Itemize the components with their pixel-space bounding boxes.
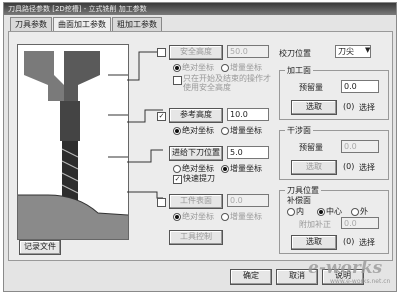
surface-height-button[interactable]: 工件表面 [169, 194, 223, 209]
surface-params-panel: 安全高度 50.0 绝对坐标 增量坐标 只在开始及结束的操作才使用安全高度 ✓ … [8, 31, 393, 261]
containment-center-radio[interactable] [317, 208, 325, 216]
tab-rough-params[interactable]: 粗加工参数 [112, 17, 162, 31]
containment-comp-label: 补偿面 [287, 196, 311, 205]
tool-diagram [17, 44, 129, 240]
check-surface-title: 干涉面 [285, 125, 313, 136]
retract-height-abs-label: 绝对坐标 [182, 126, 214, 135]
safe-height-checkbox[interactable] [157, 48, 166, 57]
containment-outside-radio[interactable] [351, 208, 359, 216]
surface-height-abs-label: 绝对坐标 [182, 212, 214, 221]
tip-comp-label: 校刀位置 [279, 49, 311, 58]
check-surface-count: (0) [343, 162, 355, 171]
safe-height-button[interactable]: 安全高度 [169, 45, 223, 60]
dialog-window: 刀具路径参数 [2D挖槽] - 立式铣削 加工参数 刀具参数 曲面加工参数 粗加… [3, 2, 397, 292]
tool-control-button[interactable]: 工具控制 [169, 230, 223, 245]
surface-height-checkbox[interactable] [157, 198, 166, 207]
containment-inside-radio[interactable] [287, 208, 295, 216]
drive-surface-title: 加工面 [285, 65, 313, 76]
safe-height-abs-label: 绝对坐标 [182, 63, 214, 72]
tool-diagram-svg [18, 45, 128, 239]
containment-offset-field[interactable]: 0.0 [341, 217, 379, 229]
watermark-logo: e-works [308, 258, 383, 278]
safe-height-abs-radio[interactable] [173, 64, 181, 72]
feed-plane-abs-radio[interactable] [173, 165, 181, 173]
safe-height-note: 只在开始及结束的操作才使用安全高度 [183, 74, 271, 92]
check-surface-suffix: 选择 [359, 163, 375, 172]
chevron-down-icon[interactable]: ▼ [365, 46, 370, 54]
containment-count: (0) [343, 237, 355, 246]
drive-surface-stock-field[interactable]: 0.0 [341, 80, 379, 93]
drive-surface-suffix: 选择 [359, 103, 375, 112]
drive-surface-stock-label: 预留量 [299, 83, 323, 92]
watermark-url: www.e-works.net.cn [330, 278, 391, 285]
containment-select-button[interactable]: 选取 [291, 235, 337, 250]
fast-retract-checkbox[interactable]: ✓ [173, 175, 182, 184]
ok-button[interactable]: 确定 [230, 269, 272, 285]
feed-plane-field[interactable]: 5.0 [227, 146, 269, 159]
safe-height-only-checkbox[interactable] [173, 76, 182, 85]
tab-tool-params[interactable]: 刀具参数 [10, 17, 52, 31]
window-title: 刀具路径参数 [2D挖槽] - 立式铣削 加工参数 [4, 3, 396, 15]
surface-height-abs-radio[interactable] [173, 213, 181, 221]
feed-plane-inc-radio[interactable] [221, 165, 229, 173]
drive-surface-select-button[interactable]: 选取 [291, 100, 337, 115]
check-surface-stock-field[interactable]: 0.0 [341, 140, 379, 153]
containment-outside-label: 外 [360, 207, 368, 216]
containment-suffix: 选择 [359, 238, 375, 247]
containment-offset-label: 附加补正 [299, 220, 331, 229]
feed-plane-inc-label: 增量坐标 [230, 164, 262, 173]
record-file-button[interactable]: 记录文件 [19, 240, 61, 255]
surface-height-inc-radio[interactable] [221, 213, 229, 221]
retract-height-inc-radio[interactable] [221, 127, 229, 135]
check-surface-select-button[interactable]: 选取 [291, 160, 337, 175]
containment-center-label: 中心 [326, 207, 342, 216]
drive-surface-count: (0) [343, 102, 355, 111]
feed-plane-button[interactable]: 进给下刀位置 [169, 146, 223, 161]
tab-bar: 刀具参数 曲面加工参数 粗加工参数 [10, 17, 163, 33]
retract-height-inc-label: 增量坐标 [230, 126, 262, 135]
safe-height-inc-radio[interactable] [221, 64, 229, 72]
containment-inside-label: 内 [296, 207, 304, 216]
retract-height-button[interactable]: 参考高度 [169, 108, 223, 123]
safe-height-inc-label: 增量坐标 [230, 63, 262, 72]
fast-retract-label: 快速提刀 [183, 174, 215, 183]
retract-height-field[interactable]: 10.0 [227, 108, 269, 121]
surface-height-inc-label: 增量坐标 [230, 212, 262, 221]
surface-height-field[interactable]: 0.0 [227, 194, 269, 207]
retract-height-abs-radio[interactable] [173, 127, 181, 135]
safe-height-field[interactable]: 50.0 [227, 45, 269, 58]
check-surface-stock-label: 预留量 [299, 143, 323, 152]
retract-height-checkbox[interactable]: ✓ [157, 112, 166, 121]
